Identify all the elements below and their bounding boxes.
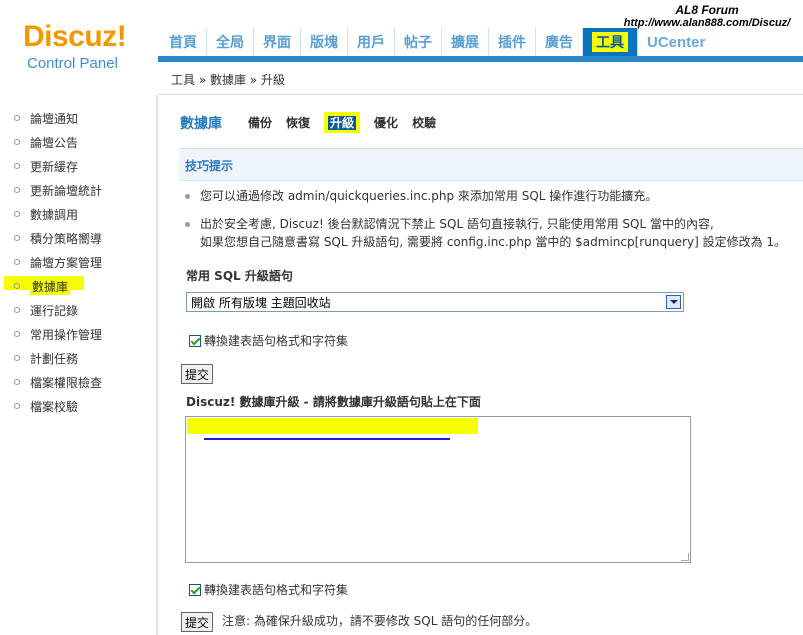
tips-panel: 技巧提示 您可以通過修改 admin/quickqueries.inc.php … xyxy=(179,148,803,258)
bullet-icon xyxy=(14,163,20,169)
sidebar-item-scheduled-tasks[interactable]: 計劃任務 xyxy=(14,349,78,367)
chevron-down-icon[interactable] xyxy=(666,295,681,309)
sql-upgrade-textarea[interactable] xyxy=(185,416,691,563)
nav-tab-plugins[interactable]: 插件 xyxy=(489,28,536,56)
bullet-icon xyxy=(14,187,20,193)
upgrade-note: 注意: 為確保升級成功，請不要修改 SQL 語句的任何部分。 xyxy=(222,614,538,628)
bullet-icon xyxy=(14,403,20,409)
convert-checkbox-row: 轉換建表語句格式和字符集 xyxy=(189,332,348,349)
bullet-icon xyxy=(14,331,20,337)
nav-tab-users[interactable]: 用戶 xyxy=(348,28,395,56)
tip-item: 出於安全考慮, Discuz! 後台默認情況下禁止 SQL 語句直接執行, 只能… xyxy=(185,215,714,233)
sidebar-item-label: 運行記錄 xyxy=(30,303,79,318)
tab-upgrade-label: 升級 xyxy=(328,116,357,130)
resize-handle[interactable] xyxy=(681,553,689,561)
sidebar-item-label: 數據庫 xyxy=(30,277,71,295)
sidebar-item-forum-scheme[interactable]: 論壇方案管理 xyxy=(14,253,102,271)
sidebar-item-common-ops[interactable]: 常用操作管理 xyxy=(14,325,102,343)
top-nav: 首頁 全局 界面 版塊 用戶 帖子 擴展 插件 廣告 工具 UCenter xyxy=(160,28,714,56)
logo-brand: Discuz! xyxy=(23,20,127,53)
header: Discuz! Control Panel AL8 Forum http://w… xyxy=(0,0,803,95)
main-content: 數據庫 備份 恢復 升級 優化 校驗 技巧提示 您可以通過修改 admin/qu… xyxy=(160,96,803,635)
sidebar: 論壇通知 論壇公告 更新緩存 更新論壇統計 數據調用 積分策略嚮導 論壇方案管理… xyxy=(0,95,158,635)
logo[interactable]: Discuz! Control Panel xyxy=(0,0,158,95)
sidebar-item-label: 論壇通知 xyxy=(30,111,79,126)
tab-verify[interactable]: 校驗 xyxy=(412,114,436,131)
sidebar-item-label: 更新論壇統計 xyxy=(30,183,103,198)
tab-backup[interactable]: 備份 xyxy=(248,114,272,131)
bullet-icon xyxy=(14,307,20,313)
bullet-icon xyxy=(14,235,20,241)
common-sql-select[interactable]: 開啟 所有版塊 主題回收站 xyxy=(186,292,684,312)
bullet-icon xyxy=(14,139,20,145)
sidebar-item-database[interactable]: 數據庫 xyxy=(14,277,71,295)
sidebar-item-label: 積分策略嚮導 xyxy=(30,231,103,246)
nav-tab-threads[interactable]: 帖子 xyxy=(395,28,442,56)
tab-restore[interactable]: 恢復 xyxy=(286,114,310,131)
nav-tab-interface[interactable]: 界面 xyxy=(254,28,301,56)
sidebar-item-label: 數據調用 xyxy=(30,207,79,222)
convert-checkbox-label: 轉換建表語句格式和字符集 xyxy=(204,334,349,348)
sidebar-item-label: 檔案校驗 xyxy=(30,399,79,414)
breadcrumb: 工具 » 數據庫 » 升級 xyxy=(171,73,285,87)
sidebar-item-announcements[interactable]: 論壇公告 xyxy=(14,133,78,151)
sidebar-item-update-stats[interactable]: 更新論壇統計 xyxy=(14,181,102,199)
nav-tab-home[interactable]: 首頁 xyxy=(160,28,207,56)
common-sql-selected: 開啟 所有版塊 主題回收站 xyxy=(191,296,331,310)
submit-button-2[interactable]: 提交 xyxy=(181,612,214,632)
convert-checkbox-row-2: 轉換建表語句格式和字符集 xyxy=(189,581,348,598)
sidebar-item-label: 更新緩存 xyxy=(30,159,79,174)
highlight-mark xyxy=(187,418,478,434)
tips-heading: 技巧提示 xyxy=(179,149,803,181)
bullet-icon xyxy=(14,379,20,385)
bullet-icon xyxy=(14,355,20,361)
sidebar-item-label: 論壇方案管理 xyxy=(30,255,103,270)
sidebar-item-forum-notice[interactable]: 論壇通知 xyxy=(14,109,78,127)
nav-tab-global[interactable]: 全局 xyxy=(207,28,254,56)
convert-checkbox-2[interactable] xyxy=(189,583,201,596)
sidebar-item-file-verify[interactable]: 檔案校驗 xyxy=(14,397,78,415)
upgrade-section-label: Discuz! 數據庫升級 - 請將數據庫升級語句貼上在下面 xyxy=(186,395,481,409)
logo-subtitle: Control Panel xyxy=(27,55,118,72)
underline-mark xyxy=(204,438,450,440)
convert-checkbox-label: 轉換建表語句格式和字符集 xyxy=(204,583,349,597)
bullet-icon xyxy=(14,283,20,289)
sidebar-item-label: 檔案權限檢查 xyxy=(30,375,103,390)
bullet-icon xyxy=(14,259,20,265)
nav-tab-tools[interactable]: 工具 xyxy=(583,28,638,56)
bullet-icon xyxy=(14,115,20,121)
bullet-icon xyxy=(14,211,20,217)
sidebar-item-label: 計劃任務 xyxy=(30,351,79,366)
sidebar-item-update-cache[interactable]: 更新緩存 xyxy=(14,157,78,175)
submit-button[interactable]: 提交 xyxy=(181,364,214,384)
tab-optimize[interactable]: 優化 xyxy=(374,114,398,131)
nav-tab-forums[interactable]: 版塊 xyxy=(301,28,348,56)
tip-item-continued: 如果您想自己隨意書寫 SQL 升級語句, 需要將 config.inc.php … xyxy=(200,235,787,249)
sidebar-item-permission-check[interactable]: 檔案權限檢查 xyxy=(14,373,102,391)
tab-upgrade[interactable]: 升級 xyxy=(324,112,361,133)
bullet-icon xyxy=(185,222,190,227)
sidebar-item-credit-wizard[interactable]: 積分策略嚮導 xyxy=(14,229,102,247)
sidebar-item-label: 論壇公告 xyxy=(30,135,79,150)
tip-text: 您可以通過修改 admin/quickqueries.inc.php 來添加常用… xyxy=(200,189,658,203)
sidebar-item-data-call[interactable]: 數據調用 xyxy=(14,205,78,223)
bullet-icon xyxy=(185,194,190,199)
nav-tab-extensions[interactable]: 擴展 xyxy=(442,28,489,56)
watermark-title: AL8 Forum xyxy=(675,3,739,17)
nav-tab-ads[interactable]: 廣告 xyxy=(536,28,583,56)
nav-tab-ucenter[interactable]: UCenter xyxy=(638,28,714,56)
page-title: 數據庫 xyxy=(180,115,222,132)
sidebar-item-label: 常用操作管理 xyxy=(30,327,103,342)
common-sql-label: 常用 SQL 升級語句 xyxy=(186,269,293,283)
convert-checkbox[interactable] xyxy=(189,334,201,347)
breadcrumb-bar: 工具 » 數據庫 » 升級 xyxy=(158,62,803,95)
sidebar-item-run-log[interactable]: 運行記錄 xyxy=(14,301,78,319)
tip-item: 您可以通過修改 admin/quickqueries.inc.php 來添加常用… xyxy=(185,187,657,205)
nav-tab-tools-label: 工具 xyxy=(592,32,628,52)
sub-nav: 數據庫 備份 恢復 升級 優化 校驗 xyxy=(180,112,450,133)
tip-text: 出於安全考慮, Discuz! 後台默認情況下禁止 SQL 語句直接執行, 只能… xyxy=(200,217,714,231)
